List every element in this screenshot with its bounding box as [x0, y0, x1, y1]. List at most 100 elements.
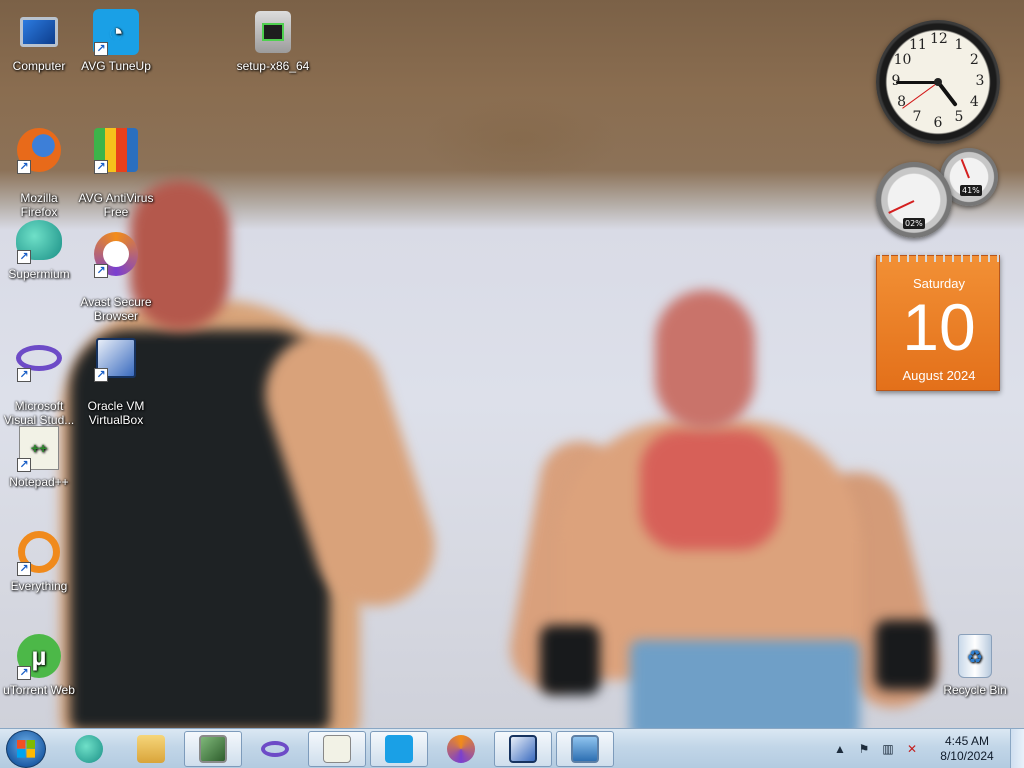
taskbar: ▲ ⚑ ▥ ✕ 4:45 AM 8/10/2024 — [0, 728, 1024, 768]
desktop-icon-setup[interactable]: setup-x86_64 — [235, 8, 311, 73]
calendar-gadget[interactable]: Saturday 10 August 2024 — [876, 252, 1001, 391]
virtualbox-icon — [509, 735, 537, 763]
action-center-flag-icon[interactable]: ⚑ — [854, 739, 874, 759]
clock-gadget[interactable]: 121234567891011 — [876, 20, 1000, 144]
shortcut-arrow-icon: ↗ — [94, 368, 108, 382]
shortcut-arrow-icon: ↗ — [94, 264, 108, 278]
calendar-binding-rings — [877, 252, 1001, 262]
desktop-icon-notepadpp[interactable]: ++ ↗ Notepad++ — [1, 424, 77, 489]
desktop-icon-label: uTorrent Web — [3, 683, 75, 697]
desktop-icon-avast-browser[interactable]: ↗ Avast Secure Browser — [78, 216, 154, 337]
taskbar-button-avast[interactable] — [432, 731, 490, 767]
wallpaper-figure-right-head — [655, 290, 755, 430]
clock-number: 3 — [975, 73, 985, 89]
wallpaper-figure-right-wristband-right — [875, 620, 935, 690]
shortcut-arrow-icon: ↗ — [17, 160, 31, 174]
avast-icon: ↗ — [92, 230, 140, 278]
explorer-icon — [137, 735, 165, 763]
desktop-icon-label: Notepad++ — [9, 475, 69, 489]
desktop-icon-recycle-bin[interactable]: ♻ Recycle Bin — [937, 632, 1013, 697]
desktop-icon-avg-tuneup[interactable]: ◔ ↗ AVG TuneUp — [78, 8, 154, 73]
shortcut-arrow-icon: ↗ — [17, 562, 31, 576]
windows-logo-icon — [17, 740, 35, 758]
desktop-icon-label: Mozilla Firefox — [20, 191, 58, 219]
shortcut-arrow-icon: ↗ — [17, 250, 31, 264]
taskbar-button-notepadpp[interactable] — [308, 731, 366, 767]
calendar-date: 10 — [902, 290, 976, 364]
cpu-usage-readout: 02% — [903, 218, 925, 229]
cpu-meter-gadget[interactable]: 02% — [876, 162, 952, 238]
taskbar-button-supermium[interactable] — [60, 731, 118, 767]
desktop-icon-label: Avast Secure Browser — [80, 295, 152, 323]
memory-usage-readout: 41% — [960, 185, 982, 196]
desktop-icon-computer[interactable]: Computer — [1, 8, 77, 73]
supermium-icon: ↗ — [15, 216, 63, 264]
tuneup-icon — [385, 735, 413, 763]
taskbar-button-photo-viewer[interactable] — [556, 731, 614, 767]
notepadpp-icon: ++ ↗ — [15, 424, 63, 472]
wallpaper-figure-right-paint — [640, 430, 780, 550]
avg-antivirus-icon: ↗ — [92, 126, 140, 174]
shortcut-arrow-icon: ↗ — [94, 42, 108, 56]
wallpaper-figure-right-jeans — [630, 640, 860, 728]
show-desktop-button[interactable] — [1010, 729, 1024, 768]
calendar-day-name: Saturday — [912, 276, 966, 291]
desktop-icon-label: AVG AntiVirus Free — [78, 191, 154, 219]
clock-number: 1 — [954, 36, 964, 53]
shortcut-arrow-icon: ↗ — [94, 160, 108, 174]
show-hidden-icons-button[interactable]: ▲ — [830, 739, 850, 759]
recycle-bin-icon: ♻ — [951, 632, 999, 680]
desktop-icon-label: AVG TuneUp — [81, 59, 151, 73]
taskbar-date: 8/10/2024 — [940, 749, 994, 763]
cpu-meter-needle — [888, 200, 915, 214]
system-tray: ▲ ⚑ ▥ ✕ 4:45 AM 8/10/2024 — [828, 729, 1024, 768]
calendar-month-year: August 2024 — [902, 368, 976, 383]
desktop-icon-label: Oracle VM VirtualBox — [87, 399, 145, 427]
desktop-icon-label: Everything — [10, 579, 68, 593]
task-manager-icon — [199, 735, 227, 763]
shortcut-arrow-icon: ↗ — [17, 368, 31, 382]
clock-number: 4 — [969, 94, 979, 110]
clock-number: 10 — [893, 52, 912, 68]
volume-muted-icon[interactable]: ✕ — [902, 739, 922, 759]
setup-icon — [249, 8, 297, 56]
start-button[interactable] — [6, 730, 46, 768]
taskbar-time: 4:45 AM — [944, 734, 990, 748]
taskbar-button-virtualbox[interactable] — [494, 731, 552, 767]
network-icon[interactable]: ▥ — [878, 739, 898, 759]
taskbar-button-explorer[interactable] — [122, 731, 180, 767]
clock-minute-hand — [896, 80, 938, 84]
notepadpp-icon — [323, 735, 351, 763]
desktop-icon-everything[interactable]: ↗ Everything — [1, 528, 77, 593]
photo-viewer-icon — [571, 735, 599, 763]
supermium-icon — [75, 735, 103, 763]
desktop-icon-label: Computer — [12, 59, 66, 73]
wallpaper-figure-right-wristband-left — [540, 625, 600, 695]
visual-studio-icon: ↗ — [15, 334, 63, 382]
desktop-icon-label: setup-x86_64 — [236, 59, 310, 73]
everything-icon: ↗ — [15, 528, 63, 576]
taskbar-button-tuneup[interactable] — [370, 731, 428, 767]
desktop-icon-label: Supermium — [8, 267, 70, 281]
clock-number: 5 — [954, 109, 964, 126]
taskbar-clock[interactable]: 4:45 AM 8/10/2024 — [930, 734, 1004, 764]
desktop-icon-visual-studio[interactable]: ↗ Microsoft Visual Stud... — [1, 320, 77, 441]
clock-number: 12 — [930, 31, 948, 47]
tuneup-icon: ◔ ↗ — [92, 8, 140, 56]
desktop-icon-firefox[interactable]: ↗ Mozilla Firefox — [1, 112, 77, 233]
desktop-icon-avg-antivirus[interactable]: ↗ AVG AntiVirus Free — [78, 112, 154, 233]
virtualbox-icon: ↗ — [92, 334, 140, 382]
clock-number: 7 — [912, 109, 922, 126]
clock-number: 11 — [909, 36, 927, 53]
computer-icon — [15, 8, 63, 56]
taskbar-button-task-manager[interactable] — [184, 731, 242, 767]
shortcut-arrow-icon: ↗ — [17, 666, 31, 680]
firefox-icon: ↗ — [15, 126, 63, 174]
avast-icon — [447, 735, 475, 763]
desktop-icon-utorrent[interactable]: µ ↗ uTorrent Web — [1, 632, 77, 697]
memory-meter-needle — [960, 159, 970, 179]
taskbar-button-visual-studio[interactable] — [246, 731, 304, 767]
desktop-icon-supermium[interactable]: ↗ Supermium — [1, 216, 77, 281]
shortcut-arrow-icon: ↗ — [17, 458, 31, 472]
desktop-icon-virtualbox[interactable]: ↗ Oracle VM VirtualBox — [78, 320, 154, 441]
